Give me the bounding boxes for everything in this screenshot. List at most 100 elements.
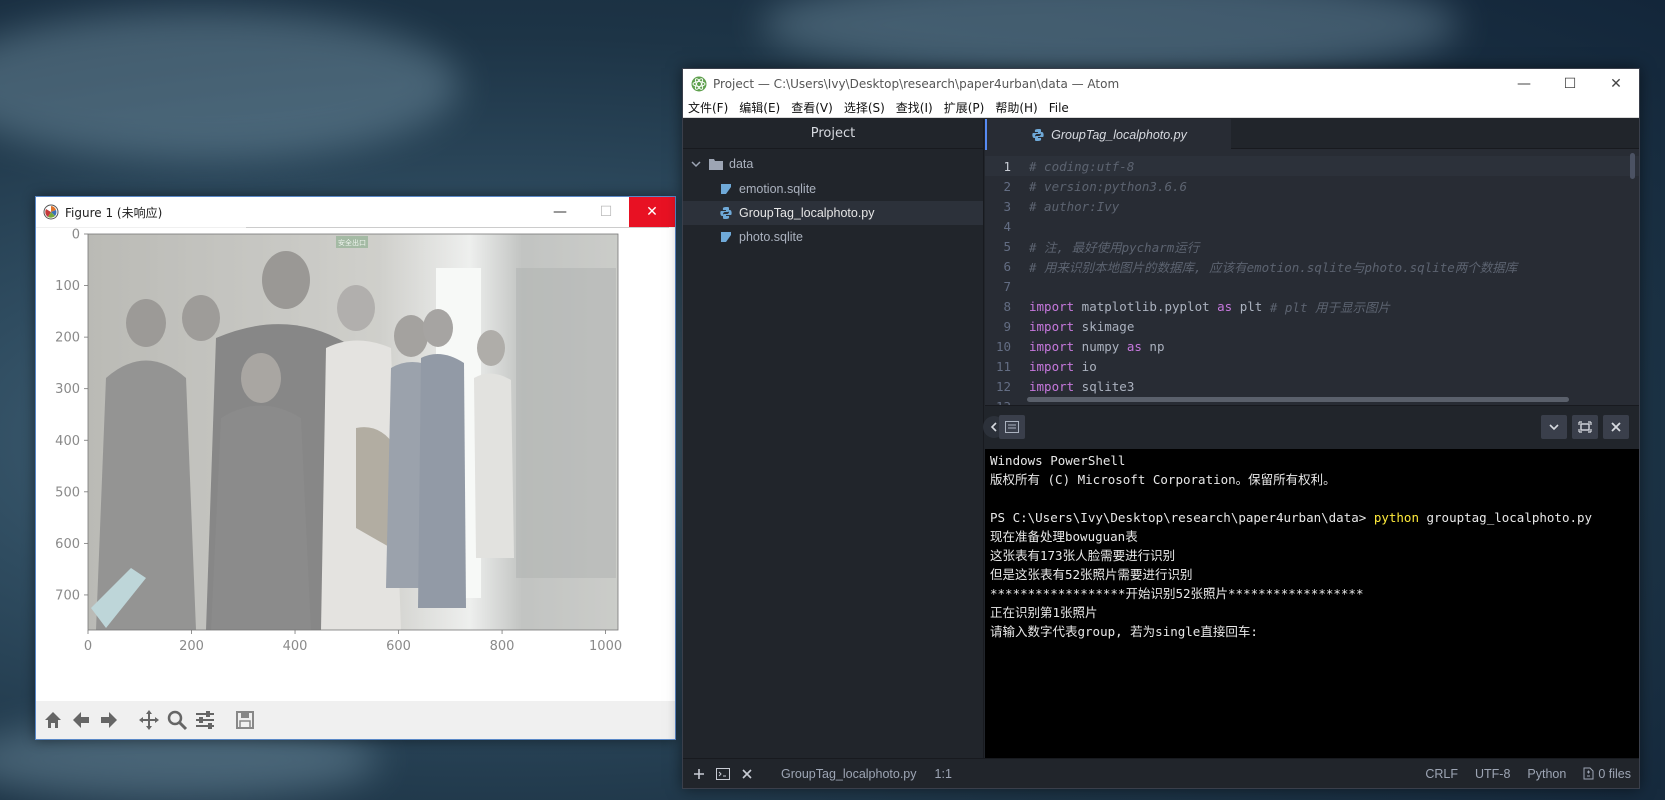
code-editor[interactable]: 1 # coding:utf-8 2 # version:python3.6.6 3 # … xyxy=(985,150,1639,405)
figure-canvas[interactable]: 安全出口 0 100 200 300 400 500 600 700 0 200 400 600 80… xyxy=(36,228,675,703)
tab-bar: GroupTag_localphoto.py xyxy=(985,119,1639,150)
menu-packages[interactable]: 扩展(P) xyxy=(944,99,985,116)
vertical-scrollbar[interactable] xyxy=(1630,153,1635,179)
maximize-button[interactable]: ☐ xyxy=(1547,69,1593,98)
menu-edit[interactable]: 编辑(E) xyxy=(739,99,780,116)
code-line[interactable]: 10 import numpy as np xyxy=(985,336,1639,356)
minimize-button[interactable]: — xyxy=(537,197,583,227)
maximize-button[interactable]: ☐ xyxy=(583,197,629,227)
terminal-text: python xyxy=(1373,510,1419,525)
x-tick-label: 1000 xyxy=(589,639,622,654)
tab-label: GroupTag_localphoto.py xyxy=(1051,127,1187,142)
x-tick-label: 600 xyxy=(386,639,411,654)
code-line[interactable]: 2 # version:python3.6.6 xyxy=(985,176,1639,196)
code-line[interactable]: 3 # author:Ivy xyxy=(985,196,1639,216)
status-file-name[interactable]: GroupTag_localphoto.py xyxy=(781,767,917,781)
line-number: 12 xyxy=(995,378,1011,394)
status-git[interactable]: 0 files xyxy=(1583,767,1631,781)
tree-file-emotion[interactable]: emotion.sqlite xyxy=(683,177,983,201)
menu-view[interactable]: 查看(V) xyxy=(791,99,833,116)
close-button[interactable]: ✕ xyxy=(629,197,675,227)
y-tick-label: 400 xyxy=(55,434,80,449)
home-icon[interactable] xyxy=(40,707,66,733)
tree-folder-data[interactable]: data xyxy=(683,150,983,177)
menu-selection[interactable]: 选择(S) xyxy=(844,99,885,116)
y-tick-label: 600 xyxy=(55,537,80,552)
figure-window[interactable]: Figure 1 (未响应) — ☐ ✕ 安全出口 0 100 200 300 … xyxy=(35,196,676,740)
code-line[interactable]: 5 # 注, 最好使用pycharm运行 xyxy=(985,236,1639,256)
file-label: photo.sqlite xyxy=(739,230,803,244)
code-line[interactable]: 11 import io xyxy=(985,356,1639,376)
figure-toolbar xyxy=(36,701,675,739)
terminal-line: 请输入数字代表group, 若为single直接回车: xyxy=(990,622,1634,641)
y-tick-label: 0 xyxy=(72,228,80,243)
code-line[interactable]: 8 import matplotlib.pyplot as plt # plt 用… xyxy=(985,296,1639,316)
code-line[interactable]: 9 import skimage xyxy=(985,316,1639,336)
plus-icon[interactable] xyxy=(691,766,707,782)
code-line[interactable]: 1 # coding:utf-8 xyxy=(985,156,1639,176)
minimize-button[interactable]: — xyxy=(1501,69,1547,98)
configure-subplots-icon[interactable] xyxy=(192,707,218,733)
close-icon[interactable] xyxy=(1603,415,1629,439)
menu-find[interactable]: 查找(I) xyxy=(896,99,933,116)
code-token: import xyxy=(1029,318,1075,334)
tab-grouptag[interactable]: GroupTag_localphoto.py xyxy=(985,119,1231,150)
terminal-icon[interactable] xyxy=(715,766,731,782)
chevron-down-icon[interactable] xyxy=(1541,415,1567,439)
code-token: import xyxy=(1029,378,1075,394)
y-tick-label: 100 xyxy=(55,279,80,294)
file-label: emotion.sqlite xyxy=(739,182,817,196)
menu-file-extra[interactable]: File xyxy=(1049,101,1069,115)
code-line[interactable]: 7 xyxy=(985,276,1639,296)
git-label: 0 files xyxy=(1598,766,1631,781)
menu-help[interactable]: 帮助(H) xyxy=(995,99,1037,116)
save-icon[interactable] xyxy=(232,707,258,733)
terminal-output[interactable]: Windows PowerShell 版权所有 (C) Microsoft Cor… xyxy=(985,449,1639,643)
menu-file[interactable]: 文件(F) xyxy=(688,99,728,116)
y-tick-label: 200 xyxy=(55,331,80,346)
x-tick-label: 800 xyxy=(490,639,515,654)
y-axis: 0 100 200 300 400 500 600 700 xyxy=(55,228,88,603)
terminal-line: ******************开始识别52张照片*************… xyxy=(990,584,1634,603)
python-file-icon xyxy=(1031,128,1045,142)
horizontal-scrollbar[interactable] xyxy=(1027,397,1569,402)
line-number: 8 xyxy=(1003,298,1011,314)
terminal-line: 这张表有173张人脸需要进行识别 xyxy=(990,546,1634,565)
status-cursor-position[interactable]: 1:1 xyxy=(935,767,952,781)
terminal-line: 正在识别第1张照片 xyxy=(990,603,1634,622)
atom-window[interactable]: Project — C:\Users\Ivy\Desktop\research\… xyxy=(682,68,1640,789)
code-line[interactable]: 6 # 用来识别本地图片的数据库, 应该有emotion.sqlite与photo… xyxy=(985,256,1639,276)
tree-file-photo[interactable]: photo.sqlite xyxy=(683,225,983,249)
status-line-ending[interactable]: CRLF xyxy=(1425,767,1458,781)
matplotlib-icon xyxy=(43,204,59,220)
terminal-text: Windows PowerShell xyxy=(990,453,1126,468)
code-line[interactable]: 12 import sqlite3 xyxy=(985,376,1639,396)
close-icon[interactable] xyxy=(739,766,755,782)
pan-icon[interactable] xyxy=(136,707,162,733)
close-button[interactable]: ✕ xyxy=(1593,69,1639,98)
maximize-panel-icon[interactable] xyxy=(1572,415,1598,439)
code-token: as xyxy=(1126,338,1142,354)
figure-titlebar[interactable]: Figure 1 (未响应) — ☐ ✕ xyxy=(36,197,675,227)
zoom-icon[interactable] xyxy=(164,707,190,733)
status-grammar[interactable]: Python xyxy=(1527,767,1566,781)
python-file-icon xyxy=(719,206,733,220)
forward-icon[interactable] xyxy=(96,707,122,733)
code-line[interactable]: 4 xyxy=(985,216,1639,236)
line-number: 3 xyxy=(1003,198,1011,214)
figure-title: Figure 1 (未响应) xyxy=(65,205,163,220)
back-icon[interactable] xyxy=(68,707,94,733)
file-label: GroupTag_localphoto.py xyxy=(739,206,875,220)
terminal-panel: Windows PowerShell 版权所有 (C) Microsoft Cor… xyxy=(983,405,1639,760)
terminal-text: 请输入数字代表group, 若为single直接回车: xyxy=(990,624,1258,639)
code-token: matplotlib.pyplot xyxy=(1074,298,1218,314)
folder-label: data xyxy=(729,156,754,171)
tree-file-grouptag[interactable]: GroupTag_localphoto.py xyxy=(683,201,983,225)
tree-view-header[interactable]: Project xyxy=(683,119,983,149)
atom-titlebar[interactable]: Project — C:\Users\Ivy\Desktop\research\… xyxy=(683,69,1639,98)
terminal-icon[interactable] xyxy=(999,415,1025,439)
sky-cloud xyxy=(0,10,460,160)
status-encoding[interactable]: UTF-8 xyxy=(1475,767,1510,781)
y-tick-label: 300 xyxy=(55,382,80,397)
